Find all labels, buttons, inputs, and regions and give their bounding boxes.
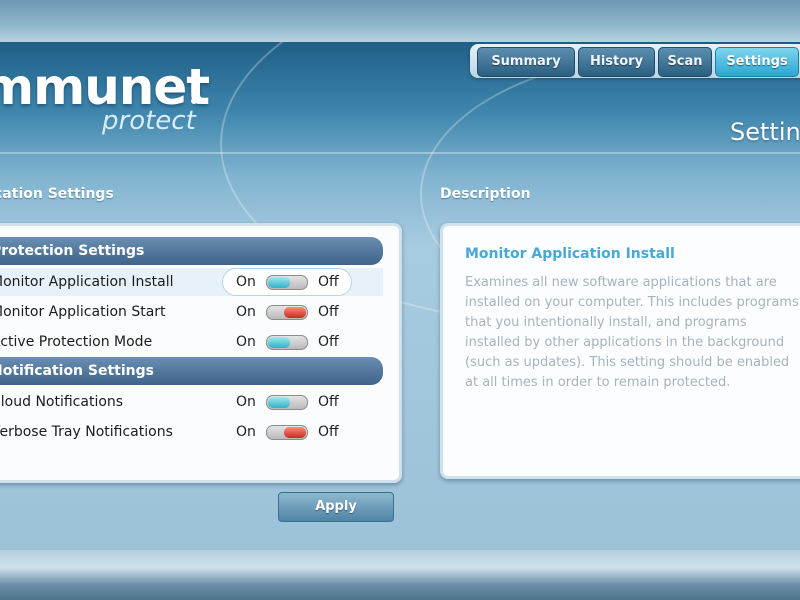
toggle-switch[interactable] bbox=[266, 275, 308, 290]
toggle-knob bbox=[284, 427, 306, 438]
setting-row-monitor-start[interactable]: Monitor Application Start On Off bbox=[0, 298, 383, 326]
setting-label: Verbose Tray Notifications bbox=[0, 424, 173, 440]
setting-label: Monitor Application Start bbox=[0, 304, 166, 320]
toggle-switch[interactable] bbox=[266, 305, 308, 320]
description-title: Monitor Application Install bbox=[465, 246, 675, 262]
app-logo: mmunet bbox=[0, 58, 210, 116]
tab-summary[interactable]: Summary bbox=[477, 47, 575, 77]
window-bottom-strip bbox=[0, 550, 800, 600]
setting-label: Active Protection Mode bbox=[0, 334, 153, 350]
header-divider bbox=[0, 152, 800, 154]
description-text: Examines all new software applications t… bbox=[465, 275, 799, 390]
toggle-on-label[interactable]: On bbox=[236, 388, 256, 416]
toggle-on-label[interactable]: On bbox=[236, 418, 256, 446]
toggle-knob bbox=[268, 397, 290, 408]
logo-mark-icon bbox=[191, 98, 197, 104]
setting-label: Monitor Application Install bbox=[0, 274, 174, 290]
toggle-knob bbox=[284, 307, 306, 318]
toggle-off-label[interactable]: Off bbox=[318, 388, 339, 416]
group-header-label: Notification Settings bbox=[0, 363, 154, 379]
group-header-protection: Protection Settings bbox=[0, 237, 383, 265]
setting-row-monitor-install[interactable]: Monitor Application Install On Off bbox=[0, 268, 383, 296]
app-logo-subtext: protect bbox=[102, 106, 196, 136]
setting-row-cloud-notifications[interactable]: Cloud Notifications On Off bbox=[0, 388, 383, 416]
window-top-strip bbox=[0, 0, 800, 42]
toggle-switch[interactable] bbox=[266, 425, 308, 440]
settings-panel: Protection Settings Monitor Application … bbox=[0, 223, 402, 483]
tab-history[interactable]: History bbox=[578, 47, 655, 77]
page-title: Settings bbox=[730, 118, 800, 146]
setting-row-verbose-tray[interactable]: Verbose Tray Notifications On Off bbox=[0, 418, 383, 446]
toggle-off-label[interactable]: Off bbox=[318, 328, 339, 356]
main-tabs: Summary History Scan Settings bbox=[470, 44, 800, 78]
toggle-on-label[interactable]: On bbox=[236, 328, 256, 356]
toggle-off-label[interactable]: Off bbox=[318, 268, 339, 296]
toggle-knob bbox=[268, 277, 290, 288]
toggle-on-label[interactable]: On bbox=[236, 298, 256, 326]
toggle-off-label[interactable]: Off bbox=[318, 418, 339, 446]
group-header-label: Protection Settings bbox=[0, 243, 145, 259]
toggle-on-label[interactable]: On bbox=[236, 268, 256, 296]
tab-settings[interactable]: Settings bbox=[715, 47, 799, 77]
description-panel: Monitor Application Install Examines all… bbox=[440, 223, 800, 479]
toggle-switch[interactable] bbox=[266, 335, 308, 350]
tab-scan[interactable]: Scan bbox=[658, 47, 712, 77]
toggle-switch[interactable] bbox=[266, 395, 308, 410]
settings-heading: cation Settings bbox=[0, 186, 114, 202]
toggle-off-label[interactable]: Off bbox=[318, 298, 339, 326]
group-header-notification: Notification Settings bbox=[0, 357, 383, 385]
apply-button[interactable]: Apply bbox=[278, 492, 394, 522]
setting-row-active-protection[interactable]: Active Protection Mode On Off bbox=[0, 328, 383, 356]
toggle-knob bbox=[268, 337, 290, 348]
setting-label: Cloud Notifications bbox=[0, 394, 124, 410]
description-heading: Description bbox=[440, 186, 531, 202]
